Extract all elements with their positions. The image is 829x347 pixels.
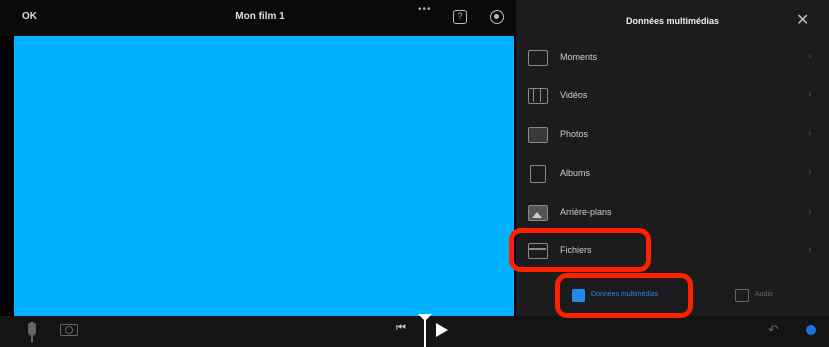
skip-back-icon[interactable]: ⏮ bbox=[396, 322, 406, 335]
chevron-right-icon: › bbox=[808, 206, 812, 217]
media-item-label: Albums bbox=[560, 168, 591, 178]
highlight-media-tab bbox=[555, 273, 693, 318]
media-item-videos[interactable]: Vidéos › bbox=[516, 78, 829, 116]
tab-audio[interactable]: Audio bbox=[733, 285, 793, 307]
moments-icon bbox=[528, 50, 548, 66]
chevron-right-icon: › bbox=[808, 244, 812, 255]
video-preview[interactable] bbox=[14, 36, 514, 316]
chevron-right-icon: › bbox=[808, 167, 812, 178]
done-button[interactable]: OK bbox=[22, 11, 37, 22]
playhead-line[interactable] bbox=[424, 316, 426, 347]
media-item-photos[interactable]: Photos › bbox=[516, 117, 829, 155]
media-item-albums[interactable]: Albums › bbox=[516, 156, 829, 194]
camera-icon[interactable] bbox=[60, 324, 78, 336]
microphone-icon[interactable] bbox=[28, 322, 36, 342]
film-icon bbox=[528, 88, 548, 104]
album-icon bbox=[530, 165, 546, 183]
help-icon[interactable]: ? bbox=[453, 10, 467, 24]
play-icon[interactable] bbox=[436, 323, 448, 337]
media-item-label: Arrière-plans bbox=[560, 207, 612, 217]
background-icon bbox=[528, 205, 548, 221]
audio-tab-icon bbox=[735, 289, 749, 302]
more-icon[interactable]: ••• bbox=[418, 4, 432, 15]
close-icon[interactable]: ✕ bbox=[796, 10, 809, 30]
media-item-label: Vidéos bbox=[560, 90, 588, 100]
project-settings-icon[interactable] bbox=[806, 325, 816, 335]
project-title: Mon film 1 bbox=[235, 11, 285, 22]
media-item-label: Photos bbox=[560, 129, 589, 139]
bottom-toolbar: ⏮ ↶ bbox=[0, 316, 829, 347]
media-item-label: Moments bbox=[560, 52, 598, 62]
panel-title: Données multimédias bbox=[625, 16, 720, 26]
settings-icon[interactable] bbox=[490, 10, 504, 24]
media-item-moments[interactable]: Moments › bbox=[516, 40, 829, 78]
undo-icon[interactable]: ↶ bbox=[768, 322, 779, 338]
photo-icon bbox=[528, 127, 548, 143]
top-bar: OK Mon film 1 ••• ? bbox=[0, 0, 516, 36]
chevron-right-icon: › bbox=[808, 51, 812, 62]
chevron-right-icon: › bbox=[808, 89, 812, 100]
highlight-files bbox=[509, 228, 651, 272]
tab-audio-label: Audio bbox=[755, 291, 773, 298]
chevron-right-icon: › bbox=[808, 128, 812, 139]
